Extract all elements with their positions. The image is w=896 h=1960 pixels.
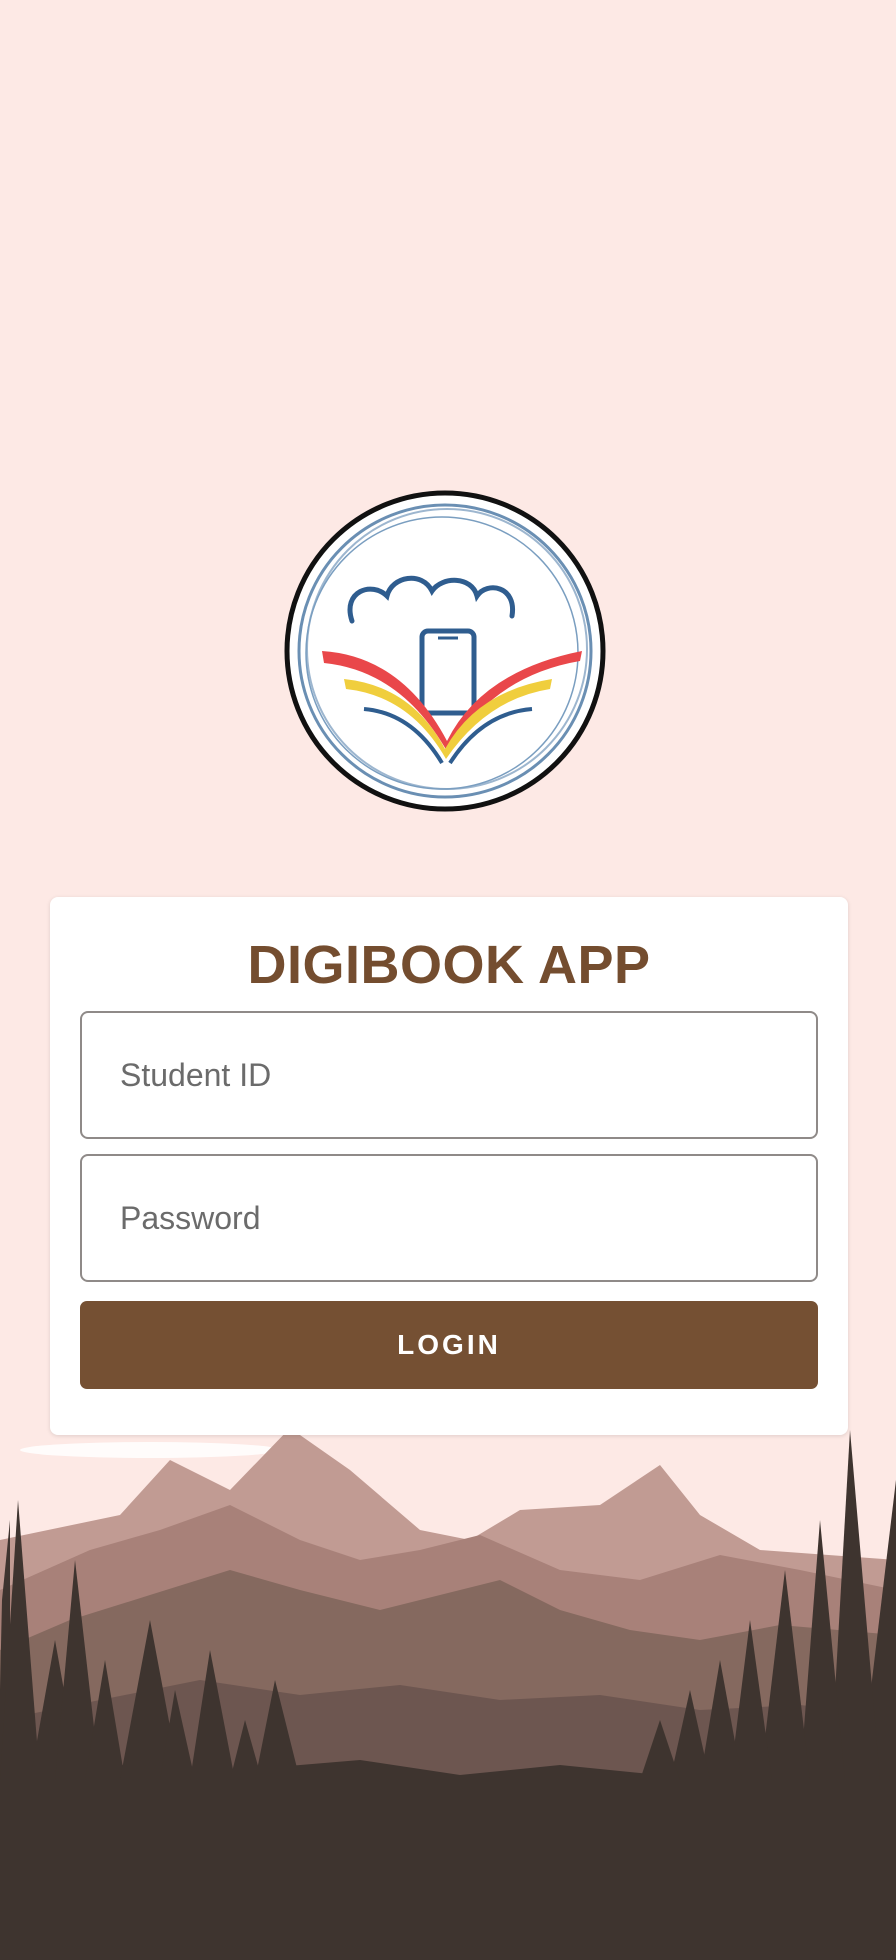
landscape-background xyxy=(0,1428,896,1960)
student-id-input[interactable] xyxy=(80,1011,818,1139)
login-button[interactable]: LOGIN xyxy=(80,1301,818,1389)
login-screen: DIGIBOOK APP LOGIN xyxy=(0,0,896,1960)
digibook-logo-icon xyxy=(284,490,606,812)
login-card: DIGIBOOK APP LOGIN xyxy=(50,897,848,1435)
password-input[interactable] xyxy=(80,1154,818,1282)
app-title: DIGIBOOK APP xyxy=(247,935,651,995)
